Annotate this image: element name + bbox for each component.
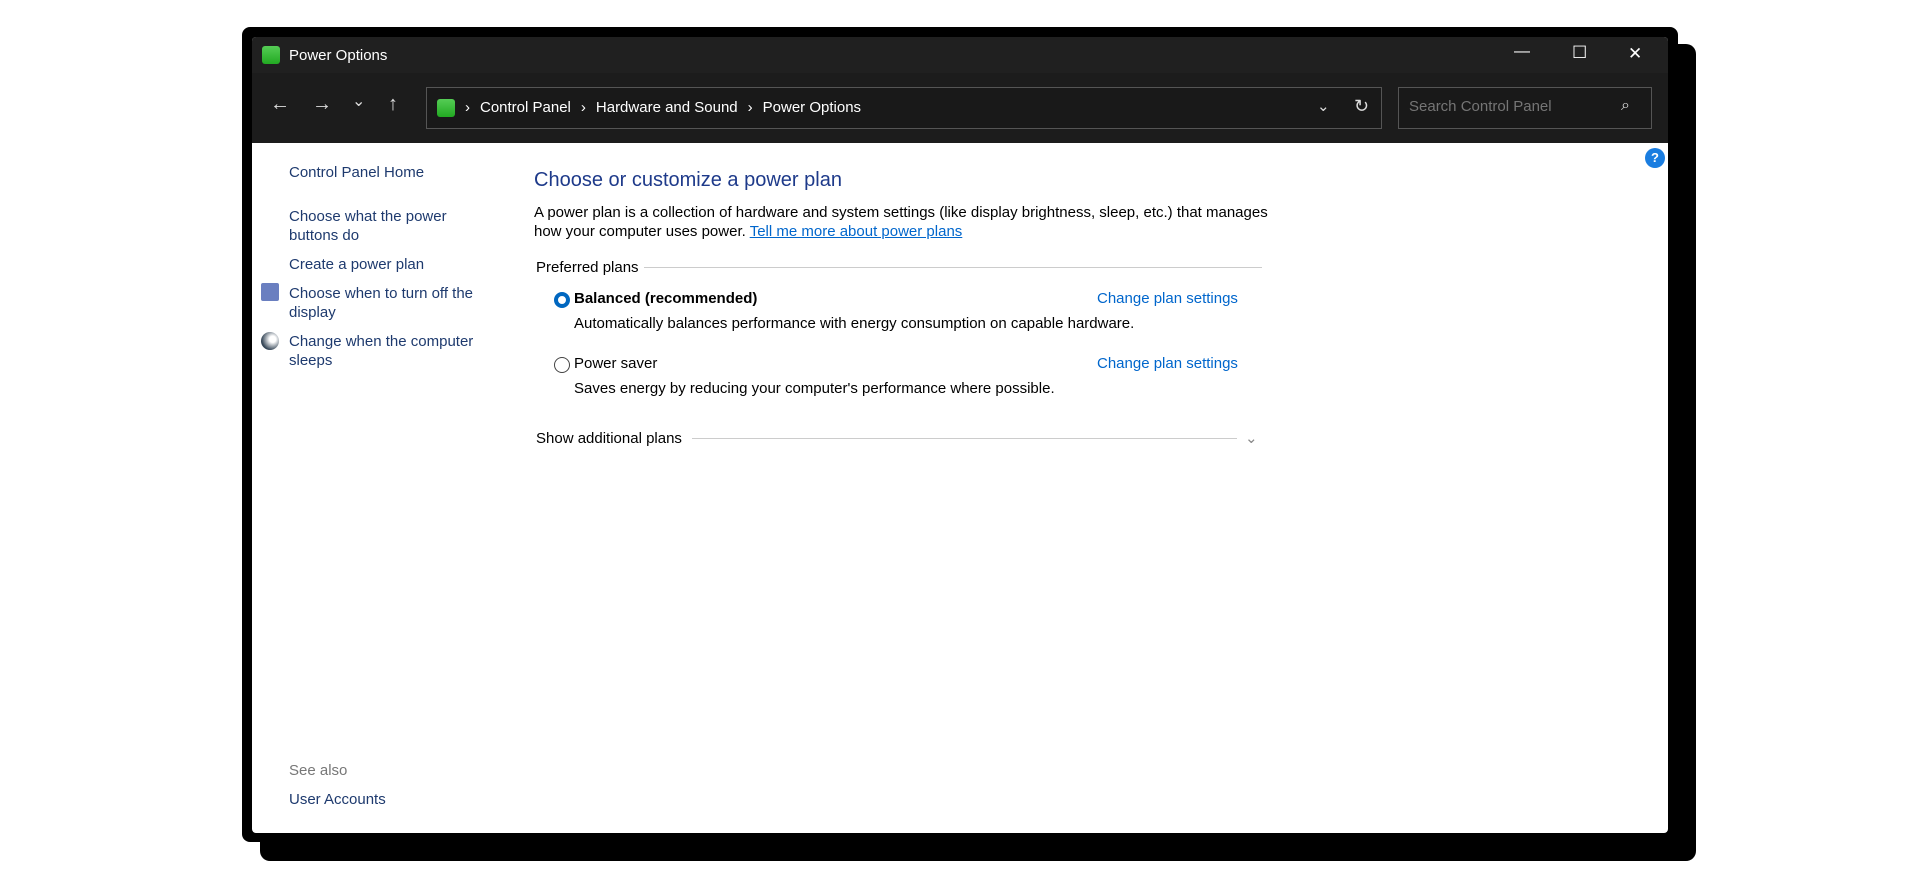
search-input[interactable] — [1409, 98, 1609, 115]
recent-locations-button[interactable]: ⌄ — [352, 91, 365, 111]
breadcrumb: › Control Panel › Hardware and Sound › Powe… — [465, 99, 861, 116]
sidebar-item-computer-sleeps[interactable]: Change when the computer sleeps — [289, 332, 484, 370]
page-description: A power plan is a collection of hardware… — [534, 203, 1274, 241]
divider — [692, 438, 1237, 439]
display-clock-icon — [261, 283, 279, 301]
search-box[interactable]: ⌕ — [1398, 87, 1652, 129]
power-options-window: Power Options — ☐ ✕ ← → ⌄ ↑ › Control Pan… — [252, 37, 1668, 833]
refresh-button[interactable]: ↻ — [1354, 96, 1369, 117]
back-button[interactable]: ← — [270, 93, 290, 116]
breadcrumb-hardware-and-sound[interactable]: Hardware and Sound — [596, 99, 738, 116]
minimize-button[interactable]: — — [1514, 43, 1530, 61]
sidebar-item-turn-off-display[interactable]: Choose when to turn off the display — [289, 284, 484, 322]
address-bar[interactable]: › Control Panel › Hardware and Sound › Powe… — [426, 87, 1382, 129]
breadcrumb-power-options[interactable]: Power Options — [763, 99, 861, 116]
window-title: Power Options — [289, 47, 388, 64]
sidebar-item-control-panel-home[interactable]: Control Panel Home — [289, 163, 424, 182]
power-saver-radio[interactable] — [554, 357, 570, 373]
maximize-button[interactable]: ☐ — [1572, 43, 1587, 63]
learn-more-link[interactable]: Tell me more about power plans — [750, 223, 963, 240]
plan-name[interactable]: Power saver — [574, 355, 657, 372]
chevron-down-icon[interactable]: ⌄ — [1245, 429, 1258, 447]
change-plan-settings-link[interactable]: Change plan settings — [1097, 355, 1238, 372]
breadcrumb-separator-icon: › — [465, 99, 470, 116]
show-additional-plans[interactable]: Show additional plans — [536, 430, 682, 447]
page-title: Choose or customize a power plan — [534, 169, 842, 191]
plan-description: Automatically balances performance with … — [574, 315, 1135, 332]
moon-sleep-icon — [261, 332, 279, 350]
plan-name[interactable]: Balanced (recommended) — [574, 290, 757, 307]
power-options-icon — [262, 46, 280, 64]
see-also-heading: See also — [289, 762, 348, 779]
forward-button[interactable]: → — [312, 93, 332, 116]
sidebar-item-power-buttons[interactable]: Choose what the power buttons do — [289, 207, 459, 245]
breadcrumb-control-panel[interactable]: Control Panel — [480, 99, 571, 116]
preferred-plans-label: Preferred plans — [536, 259, 639, 276]
sidebar-item-create-plan[interactable]: Create a power plan — [289, 255, 424, 274]
help-button[interactable]: ? — [1645, 148, 1665, 168]
breadcrumb-separator-icon: › — [747, 99, 753, 116]
address-dropdown-icon[interactable]: ⌄ — [1317, 97, 1330, 115]
change-plan-settings-link[interactable]: Change plan settings — [1097, 290, 1238, 307]
power-options-icon — [437, 99, 455, 117]
breadcrumb-separator-icon: › — [580, 99, 586, 116]
close-button[interactable]: ✕ — [1628, 44, 1642, 64]
balanced-radio[interactable] — [554, 292, 570, 308]
search-icon: ⌕ — [1621, 97, 1630, 114]
title-bar[interactable]: Power Options — ☐ ✕ — [252, 37, 1668, 73]
user-accounts-link[interactable]: User Accounts — [289, 790, 386, 809]
up-button[interactable]: ↑ — [388, 93, 398, 116]
navigation-bar: ← → ⌄ ↑ › Control Panel › Hardware and Sou… — [252, 73, 1668, 143]
plan-description: Saves energy by reducing your computer's… — [574, 380, 1055, 397]
divider — [644, 267, 1262, 268]
